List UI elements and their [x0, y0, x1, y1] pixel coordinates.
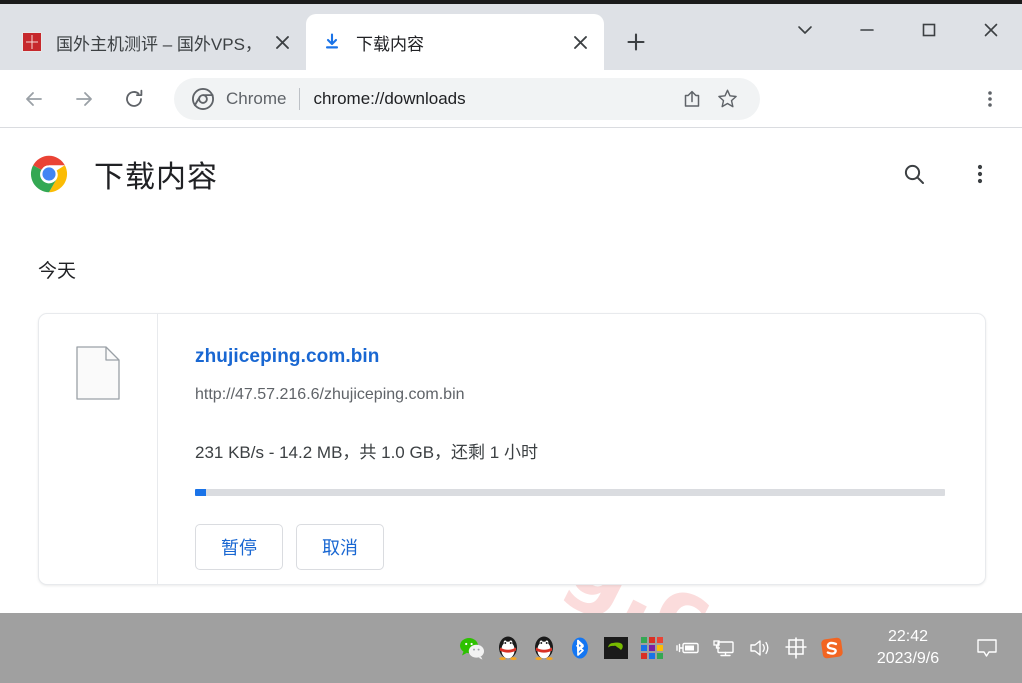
new-tab-button[interactable] — [614, 20, 658, 64]
download-source-url: http://47.57.216.6/zhujiceping.com.bin — [195, 386, 465, 403]
download-item-body: zhujiceping.com.bin http://47.57.216.6/z… — [158, 314, 985, 584]
volume-icon[interactable] — [742, 625, 778, 671]
omnibox-separator — [299, 87, 301, 110]
sogou-icon[interactable] — [814, 625, 850, 671]
search-icon[interactable] — [896, 156, 932, 192]
download-status-text: 231 KB/s - 14.2 MB，共 1.0 GB，还剩 1 小时 — [195, 443, 538, 462]
battery-icon[interactable] — [670, 625, 706, 671]
download-progress-fill — [195, 489, 206, 496]
download-filename-link[interactable]: zhujiceping.com.bin — [195, 346, 985, 368]
clock-date: 2023/9/6 — [876, 650, 940, 667]
cancel-button[interactable]: 取消 — [296, 524, 384, 570]
clock-time: 22:42 — [887, 628, 929, 646]
close-icon[interactable] — [566, 28, 594, 56]
tab-title: 国外主机测评 – 国外VPS， — [56, 34, 262, 54]
taskbar-clock[interactable]: 22:42 2023/9/6 — [860, 626, 956, 669]
forward-arrow-icon[interactable] — [62, 77, 106, 121]
reload-icon[interactable] — [112, 77, 156, 121]
tab-site[interactable]: 国外主机测评 – 国外VPS， — [6, 14, 306, 70]
minimize-icon[interactable] — [836, 0, 898, 60]
qq-icon[interactable] — [490, 625, 526, 671]
nvidia-icon[interactable] — [598, 625, 634, 671]
pause-button[interactable]: 暂停 — [195, 524, 283, 570]
window-controls — [774, 0, 1022, 60]
site-favicon-icon — [22, 32, 42, 52]
download-item-card: zhujiceping.com.bin http://47.57.216.6/z… — [38, 313, 986, 585]
section-label-today: 今天 — [38, 261, 77, 282]
browser-toolbar: Chrome chrome://downloads — [0, 70, 1022, 128]
tab-title: 下载内容 — [356, 34, 424, 54]
system-tray: 22:42 2023/9/6 — [454, 625, 1018, 671]
omnibox-actions — [674, 81, 746, 117]
chrome-icon — [192, 87, 214, 110]
wechat-icon[interactable] — [454, 625, 490, 671]
qq-icon-2[interactable] — [526, 625, 562, 671]
download-progress-bar — [195, 489, 945, 496]
download-icon — [322, 32, 342, 52]
close-icon[interactable] — [268, 28, 296, 56]
network-display-icon[interactable] — [706, 625, 742, 671]
page-title: 下载内容 — [94, 161, 218, 194]
omnibox-url-text[interactable]: chrome://downloads — [313, 89, 665, 109]
tab-downloads[interactable]: 下载内容 — [306, 14, 604, 70]
address-bar[interactable]: Chrome chrome://downloads — [174, 77, 760, 120]
back-arrow-icon[interactable] — [12, 77, 56, 121]
downloads-menu-three-dot-icon[interactable] — [962, 156, 998, 192]
maximize-icon[interactable] — [898, 0, 960, 60]
generic-file-icon — [76, 346, 120, 405]
bluetooth-icon[interactable] — [562, 625, 598, 671]
tabs-area: 国外主机测评 – 国外VPS， 下载内容 — [0, 0, 658, 70]
download-file-icon-column — [39, 314, 158, 584]
notification-icon[interactable] — [956, 625, 1018, 671]
color-grid-icon[interactable] — [634, 625, 670, 671]
downloads-header: 下载内容 — [0, 128, 1022, 198]
star-icon[interactable] — [710, 81, 746, 117]
downloads-page: zhujiceping.com 下载内容 — [0, 128, 1022, 613]
ime-chinese-icon[interactable] — [778, 625, 814, 671]
downloads-header-actions — [896, 156, 998, 192]
download-actions: 暂停 取消 — [195, 524, 985, 570]
close-window-icon[interactable] — [960, 0, 1022, 60]
browser-window: 国外主机测评 – 国外VPS， 下载内容 Chrome chrome://dow… — [0, 0, 1022, 613]
windows-taskbar: 22:42 2023/9/6 — [0, 613, 1022, 683]
omnibox-chip-label: Chrome — [226, 88, 287, 108]
chrome-logo-icon — [30, 155, 68, 193]
screen: 国外主机测评 – 国外VPS， 下载内容 Chrome chrome://dow… — [0, 0, 1022, 683]
share-icon[interactable] — [674, 81, 710, 117]
tab-strip: 国外主机测评 – 国外VPS， 下载内容 — [0, 0, 1022, 70]
color-grid-cells — [641, 637, 663, 659]
browser-menu-three-dot-icon[interactable] — [970, 79, 1010, 119]
tab-search-chevron-down-icon[interactable] — [774, 0, 836, 60]
